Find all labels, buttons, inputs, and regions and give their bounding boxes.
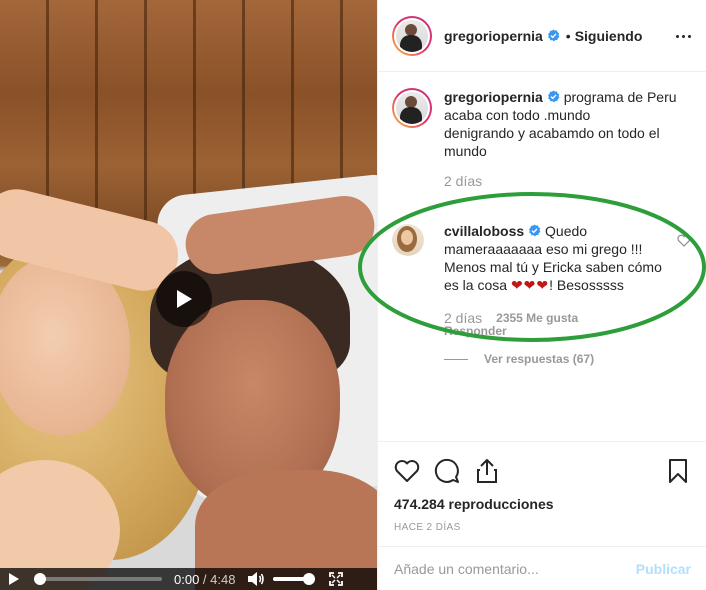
play-icon — [9, 573, 19, 585]
post-timestamp: Hace 2 días — [394, 522, 461, 533]
post-panel: gregoriopernia • Siguiendo gregorioperni… — [358, 0, 706, 590]
comment-input[interactable] — [394, 560, 636, 577]
caption-text: gregoriopernia programa de Peru acaba co… — [444, 88, 697, 190]
comment-like-heart-icon[interactable] — [677, 234, 691, 247]
play-icon — [177, 290, 192, 308]
view-replies-label: Ver respuestas (67) — [484, 352, 595, 366]
comment-text: cvillaloboss Quedo mameraaaaaaa eso mi g… — [444, 222, 669, 294]
verified-badge-icon — [547, 29, 560, 42]
time-display: 0:00 / 4:48 — [174, 572, 235, 587]
caption-author-avatar[interactable] — [392, 88, 432, 128]
comment-likes[interactable]: 2355 Me gusta — [496, 311, 578, 325]
comment-bubble-icon — [434, 458, 459, 483]
view-count[interactable]: 474.284 reproducciones — [394, 496, 554, 512]
heart-emojis: ❤❤❤ — [510, 277, 550, 293]
play-button[interactable] — [0, 568, 28, 590]
post-header: gregoriopernia • Siguiendo — [378, 0, 706, 72]
more-dot-icon — [687, 34, 691, 38]
share-icon — [477, 459, 497, 483]
verified-badge-icon — [529, 224, 541, 237]
verified-badge-icon — [547, 90, 560, 103]
author-username[interactable]: gregoriopernia — [444, 28, 543, 44]
volume-slider[interactable] — [273, 573, 316, 585]
comment-item: cvillaloboss Quedo mameraaaaaaa eso mi g… — [392, 222, 697, 338]
current-time: 0:00 — [174, 571, 200, 587]
share-button[interactable] — [474, 458, 500, 484]
volume-knob[interactable] — [303, 573, 316, 585]
bookmark-icon — [669, 459, 687, 483]
header-separator: • — [565, 27, 571, 44]
publish-button[interactable]: Publicar — [636, 561, 691, 577]
video-player[interactable]: 0:00 / 4:48 — [0, 0, 377, 590]
save-button[interactable] — [665, 458, 691, 484]
heart-icon — [394, 460, 420, 482]
more-dot-icon — [675, 34, 679, 38]
following-button[interactable]: Siguiendo — [575, 28, 643, 44]
caption-age: 2 días — [444, 173, 483, 189]
author-avatar[interactable] — [392, 15, 432, 56]
play-overlay-button[interactable] — [156, 271, 212, 327]
duration: 4:48 — [210, 571, 236, 587]
post-actions: 474.284 reproducciones — [378, 441, 706, 512]
replies-divider-line — [444, 358, 468, 360]
caption-author-username[interactable]: gregoriopernia — [444, 89, 543, 105]
comment-button[interactable] — [434, 458, 460, 484]
view-replies-button[interactable]: Ver respuestas (67) — [444, 352, 594, 366]
commenter-avatar[interactable] — [392, 224, 424, 256]
post-caption: gregoriopernia programa de Peru acaba co… — [392, 88, 697, 190]
fullscreen-icon[interactable] — [329, 572, 344, 586]
more-options-button[interactable] — [673, 26, 693, 46]
comment-body-end: ! Besosssss — [549, 277, 624, 293]
time-separator: / — [199, 571, 211, 587]
video-controls: 0:00 / 4:48 — [0, 568, 377, 590]
caption-line-2: denigrando y acabamdo on todo el mundo — [444, 125, 660, 159]
reply-button[interactable]: Responder — [444, 324, 697, 338]
add-comment-area: Publicar — [378, 546, 706, 590]
commenter-username[interactable]: cvillaloboss — [444, 223, 524, 239]
progress-knob[interactable] — [34, 573, 46, 585]
progress-bar[interactable] — [34, 573, 162, 585]
volume-icon[interactable] — [247, 571, 265, 587]
more-dot-icon — [681, 34, 685, 38]
like-button[interactable] — [394, 458, 420, 484]
